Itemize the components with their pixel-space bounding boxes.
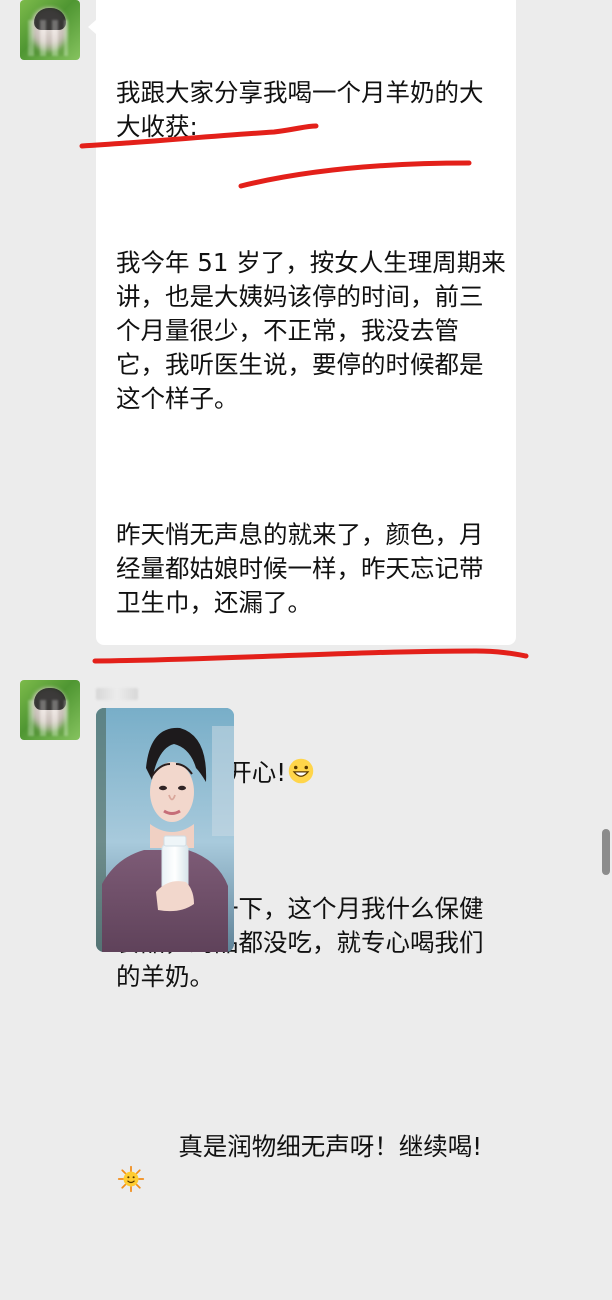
message-2-photo[interactable]	[96, 708, 234, 952]
avatar-mosaic	[28, 700, 68, 736]
message-paragraph-6: 真是润物细无声呀！继续喝!	[178, 1132, 483, 1161]
sun-emoji-icon	[117, 1165, 145, 1193]
message-paragraph-6-row: 真是润物细无声呀！继续喝!	[116, 1096, 506, 1232]
message-1-avatar[interactable]	[20, 0, 80, 60]
scrollbar-handle[interactable]	[602, 829, 610, 875]
blurred-sender-name	[96, 688, 138, 700]
message-1-bubble: 我跟大家分享我喝一个月羊奶的大大收获: 我今年 51 岁了，按女人生理周期来讲，…	[88, 0, 516, 1193]
message-paragraph-1: 我跟大家分享我喝一个月羊奶的大大收获:	[116, 78, 484, 141]
message-1-text: 我跟大家分享我喝一个月羊奶的大大收获: 我今年 51 岁了，按女人生理周期来讲，…	[116, 8, 506, 1300]
photo-woman-milk-bottle-icon	[96, 708, 234, 952]
message-paragraph-3: 昨天悄无声息的就来了，颜色，月经量都姑娘时候一样，昨天忘记带卫生巾，还漏了。	[116, 520, 484, 617]
avatar-mosaic	[28, 20, 68, 56]
message-paragraph-2: 我今年 51 岁了，按女人生理周期来讲，也是大姨妈该停的时间，前三个月量很少，不…	[116, 248, 506, 413]
grinning-emoji-icon	[288, 758, 314, 784]
message-2-avatar[interactable]	[20, 680, 80, 740]
